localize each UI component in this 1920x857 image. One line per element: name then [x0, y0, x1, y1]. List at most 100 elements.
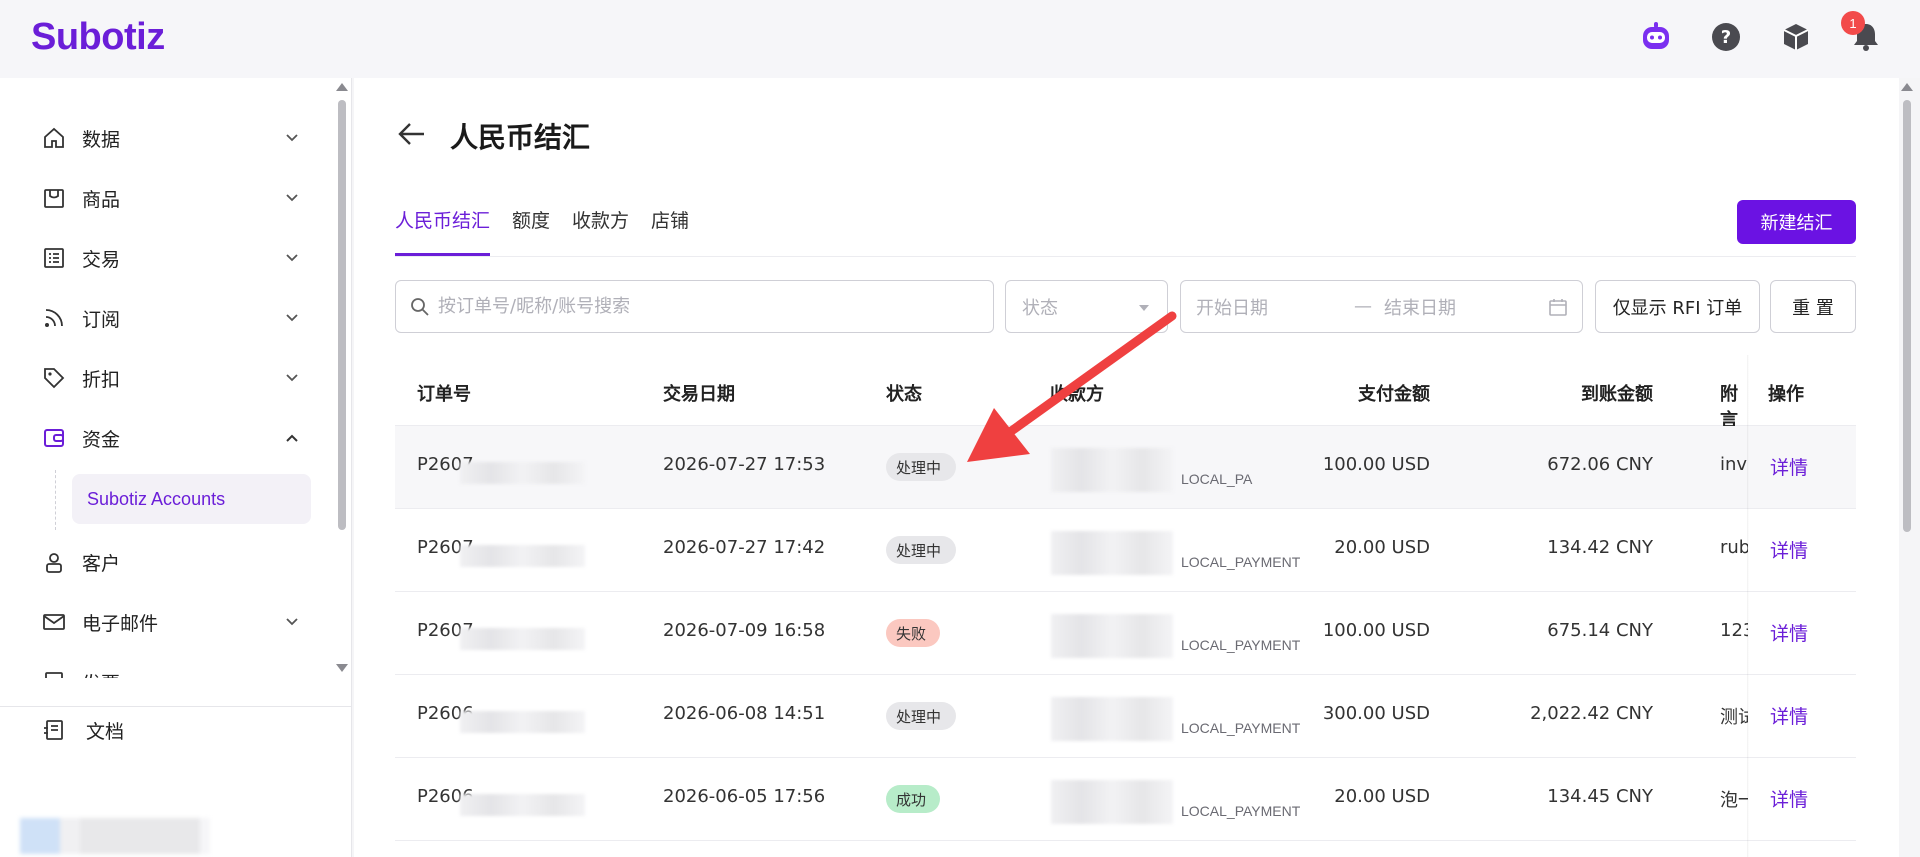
- sidebar-item-docs[interactable]: 文档: [40, 710, 124, 750]
- col-trade-date: 交易日期: [663, 384, 735, 405]
- table-row[interactable]: P2607 2026-07-27 17:42 处理中 LOCAL_PAYMENT 20.…: [395, 509, 1856, 592]
- tab-bar: 人民币结汇 额度 收款方 店铺: [395, 206, 711, 256]
- sidebar-item-funds[interactable]: 资金: [40, 418, 300, 458]
- received-amount: 134.42 CNY: [1547, 537, 1653, 558]
- search-icon: [411, 297, 429, 316]
- sidebar-item-invoices[interactable]: 发票: [40, 662, 300, 678]
- rss-icon: [40, 304, 68, 332]
- col-order-no: 订单号: [417, 384, 471, 405]
- tab-store[interactable]: 店铺: [651, 206, 689, 256]
- order-number-redacted: [460, 794, 585, 816]
- received-amount: 2,022.42 CNY: [1530, 703, 1653, 724]
- order-number-redacted: [460, 545, 585, 567]
- date-range-picker[interactable]: 开始日期 — 结束日期: [1180, 280, 1583, 333]
- paid-amount: 100.00 USD: [1322, 454, 1430, 475]
- new-settlement-button[interactable]: 新建结汇: [1737, 200, 1856, 244]
- col-action: 操作: [1768, 384, 1804, 405]
- status-badge: 失败: [886, 619, 940, 647]
- table-header: 订单号 交易日期 状态 收款方 支付金额 到账金额 附言 操作: [395, 360, 1856, 431]
- status-badge: 处理中: [886, 702, 956, 730]
- sidebar-scrollbar[interactable]: [338, 100, 346, 530]
- sidebar-item-email[interactable]: 电子邮件: [40, 602, 300, 642]
- help-icon[interactable]: ?: [1709, 20, 1743, 54]
- sidebar-divider: [0, 706, 352, 707]
- sidebar-item-subscriptions[interactable]: 订阅: [40, 298, 300, 338]
- top-bar: Subotiz ? 1: [0, 0, 1920, 78]
- sidebar-item-label: 商品: [82, 188, 121, 211]
- end-date-input[interactable]: 结束日期: [1384, 294, 1456, 320]
- chevron-up-icon: [286, 434, 298, 442]
- search-input[interactable]: [438, 296, 958, 317]
- docs-label: 文档: [86, 720, 125, 743]
- col-paid-amount: 支付金额: [1358, 384, 1430, 405]
- package-icon[interactable]: [1779, 20, 1813, 54]
- table-row[interactable]: P2607 2026-07-27 17:53 处理中 LOCAL_PA 100.00 U…: [395, 426, 1856, 509]
- chevron-down-icon: [286, 314, 298, 322]
- sidebar-item-label: 资金: [82, 428, 121, 451]
- received-amount: 672.06 CNY: [1547, 454, 1653, 475]
- tree-line: [55, 470, 56, 530]
- sidebar-scroll-up[interactable]: [336, 83, 348, 91]
- received-amount: 675.14 CNY: [1547, 620, 1653, 641]
- main-scrollbar[interactable]: [1903, 100, 1911, 532]
- notification-badge: 1: [1841, 11, 1865, 35]
- assistant-bot-icon[interactable]: [1639, 20, 1673, 54]
- sidebar-subitem-subotiz-accounts[interactable]: Subotiz Accounts: [72, 474, 311, 524]
- sidebar-item-transactions[interactable]: 交易: [40, 238, 300, 278]
- sidebar-item-data[interactable]: 数据: [40, 118, 300, 158]
- detail-link[interactable]: 详情: [1770, 785, 1808, 812]
- detail-link[interactable]: 详情: [1770, 702, 1808, 729]
- payee-avatar-redacted: [1051, 614, 1173, 658]
- mail-icon: [40, 608, 68, 636]
- svg-text:?: ?: [1721, 27, 1731, 48]
- start-date-input[interactable]: 开始日期: [1196, 294, 1268, 320]
- sidebar-scroll-down[interactable]: [336, 664, 348, 672]
- table-row[interactable]: P2607 2026-07-09 16:58 失败 LOCAL_PAYMENT 100.…: [395, 592, 1856, 675]
- sidebar-item-products[interactable]: 商品: [40, 178, 300, 218]
- sidebar-item-label: 订阅: [82, 308, 121, 331]
- col-status: 状态: [886, 384, 922, 405]
- status-select[interactable]: 状态: [1005, 280, 1168, 333]
- main-scroll-up[interactable]: [1901, 83, 1913, 91]
- paid-amount: 300.00 USD: [1322, 703, 1430, 724]
- sidebar-item-customers[interactable]: 客户: [40, 542, 300, 582]
- tab-quota[interactable]: 额度: [512, 206, 550, 256]
- payee-type: LOCAL_PAYMENT: [1181, 803, 1301, 819]
- payee-type: LOCAL_PAYMENT: [1181, 554, 1301, 570]
- app-logo[interactable]: Subotiz: [31, 16, 165, 59]
- trade-date: 2026-06-08 14:51: [663, 703, 826, 724]
- sidebar-item-discounts[interactable]: 折扣: [40, 358, 300, 398]
- back-arrow-icon[interactable]: [396, 118, 428, 150]
- tab-rmb-settlement[interactable]: 人民币结汇: [395, 206, 491, 256]
- list-icon: [40, 244, 68, 272]
- payee-type: LOCAL_PAYMENT: [1181, 637, 1301, 653]
- detail-link[interactable]: 详情: [1770, 536, 1808, 563]
- user-icon: [40, 548, 68, 576]
- sidebar-item-label: 数据: [82, 128, 121, 151]
- date-separator: —: [1354, 296, 1372, 317]
- sidebar-item-label: 发票: [82, 669, 120, 679]
- payee-avatar-redacted: [1051, 697, 1173, 741]
- chevron-down-icon: [286, 374, 298, 382]
- chevron-down-icon: [286, 194, 298, 202]
- detail-link[interactable]: 详情: [1770, 453, 1808, 480]
- wallet-icon: [40, 424, 68, 452]
- store-icon: [40, 184, 68, 212]
- sidebar-item-label: 交易: [82, 248, 121, 271]
- home-icon: [40, 124, 68, 152]
- tabs-divider: [395, 256, 1856, 257]
- table-row[interactable]: P2606 2026-06-08 14:51 处理中 LOCAL_PAYMENT 300…: [395, 675, 1856, 758]
- search-box[interactable]: [395, 280, 994, 333]
- detail-link[interactable]: 详情: [1770, 619, 1808, 646]
- user-account-redacted[interactable]: [20, 818, 210, 854]
- tab-payee[interactable]: 收款方: [572, 206, 629, 256]
- status-badge: 处理中: [886, 536, 956, 564]
- table-row[interactable]: P2606 2026-06-05 17:56 成功 LOCAL_PAYMENT 20.0…: [395, 758, 1856, 841]
- order-number-redacted: [460, 711, 585, 733]
- rfi-only-button[interactable]: 仅显示 RFI 订单: [1595, 280, 1760, 333]
- status-select-placeholder: 状态: [1022, 297, 1058, 319]
- order-number-redacted: [460, 628, 585, 650]
- sidebar-item-label: 客户: [82, 552, 121, 575]
- reset-button[interactable]: 重 置: [1770, 280, 1856, 333]
- sidebar-item-label: 电子邮件: [82, 612, 159, 635]
